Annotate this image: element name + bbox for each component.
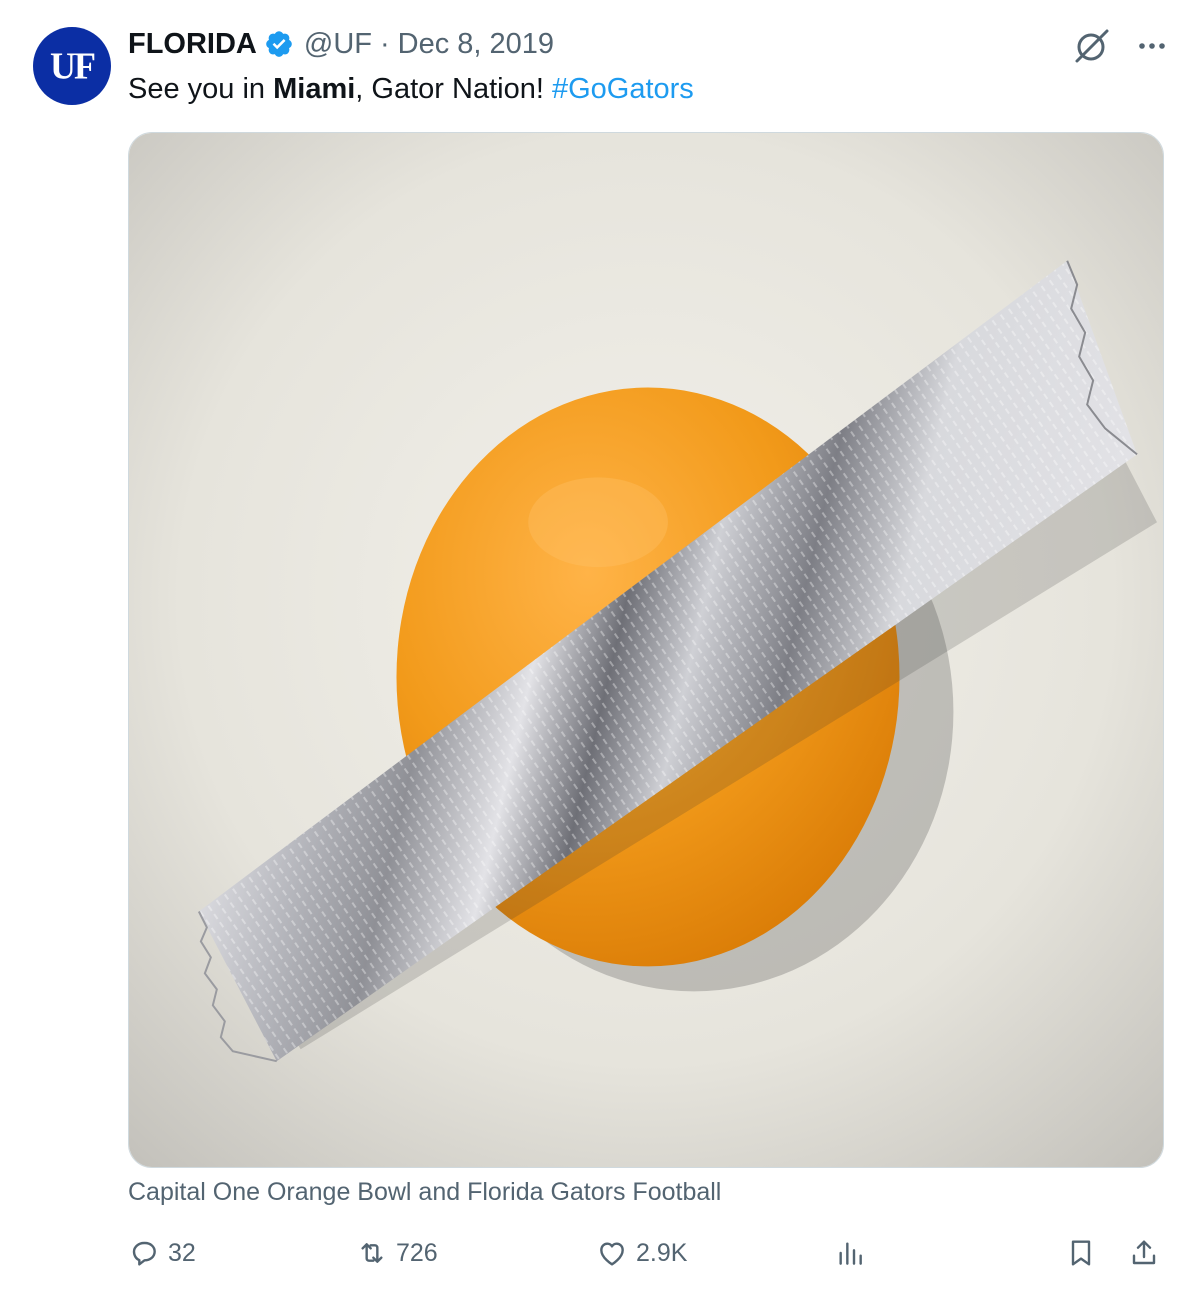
tweet-date[interactable]: Dec 8, 2019	[398, 28, 554, 61]
tweet-text-part2: , Gator Nation!	[355, 73, 552, 105]
grok-icon[interactable]	[1072, 26, 1112, 66]
media-caption[interactable]: Capital One Orange Bowl and Florida Gato…	[128, 1175, 721, 1209]
header-separator: ·	[379, 27, 390, 60]
tweet-text: See you in Miami, Gator Nation! #GoGator…	[128, 70, 694, 108]
uf-logo: UF	[50, 45, 96, 87]
account-name[interactable]: FLORIDA	[128, 28, 257, 61]
retweet-button[interactable]: 726	[356, 1232, 438, 1274]
share-icon	[1132, 1240, 1156, 1265]
retweet-count: 726	[396, 1238, 438, 1267]
account-handle[interactable]: @UF	[304, 28, 372, 61]
views-icon	[839, 1242, 862, 1265]
reply-button[interactable]: 32	[128, 1232, 196, 1274]
action-bar: 32 726 2.9K	[128, 1232, 1164, 1274]
tweet-image[interactable]	[128, 132, 1164, 1168]
avatar[interactable]: UF	[33, 27, 111, 105]
views-button[interactable]	[834, 1232, 866, 1274]
like-button[interactable]: 2.9K	[596, 1232, 687, 1274]
reply-icon	[132, 1241, 156, 1266]
tweet: UF FLORIDA @UF · Dec 8, 2019 See you in …	[0, 0, 1198, 1290]
tweet-text-part1: See you in	[128, 73, 274, 105]
hashtag-link[interactable]: #GoGators	[552, 73, 694, 105]
bookmark-icon	[1071, 1240, 1091, 1266]
retweet-icon	[361, 1243, 383, 1263]
like-count: 2.9K	[636, 1238, 688, 1267]
verified-badge-icon	[266, 31, 292, 57]
orange-with-duct-tape-image	[129, 133, 1163, 1167]
more-icon[interactable]	[1134, 28, 1170, 64]
bookmark-button[interactable]	[1065, 1232, 1097, 1274]
share-button[interactable]	[1128, 1232, 1160, 1274]
tweet-header: FLORIDA @UF · Dec 8, 2019	[128, 26, 554, 62]
top-right-actions	[1072, 26, 1170, 66]
heart-icon	[600, 1242, 624, 1266]
reply-count: 32	[168, 1238, 196, 1267]
tweet-text-bold: Miami	[273, 73, 356, 105]
